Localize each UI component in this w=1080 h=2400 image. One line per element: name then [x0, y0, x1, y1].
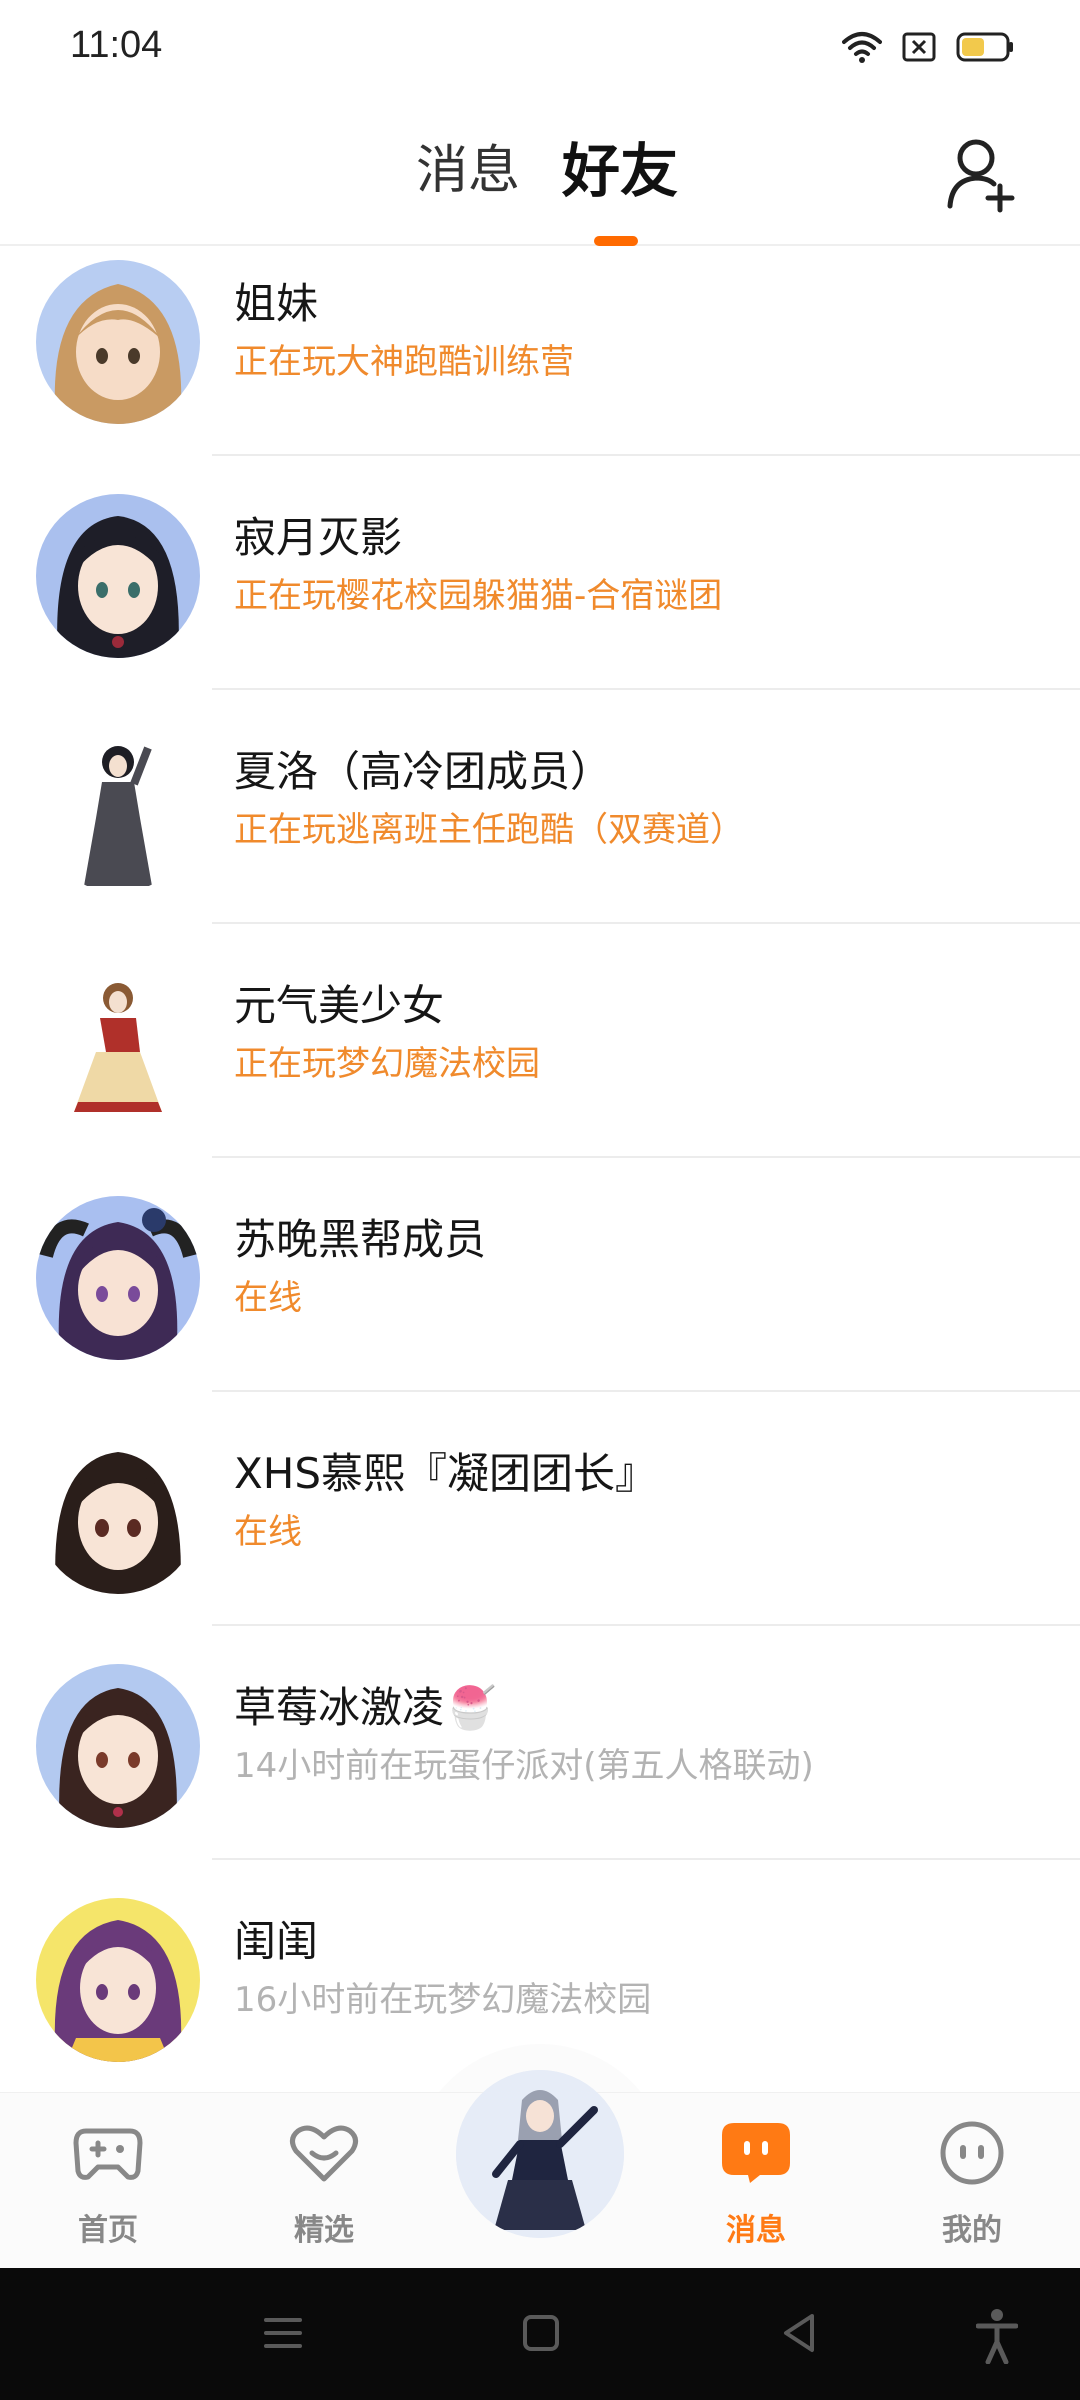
accessibility-icon[interactable] — [976, 2308, 1018, 2364]
nav-label: 消息 — [726, 2213, 786, 2248]
heart-icon — [290, 2125, 358, 2182]
status-icons — [842, 30, 1014, 64]
friend-status: 正在玩梦幻魔法校园 — [234, 1044, 540, 1084]
friend-row[interactable]: XHS慕熙『凝团团长』 在线 — [0, 1416, 1080, 1650]
back-icon[interactable] — [778, 2308, 820, 2358]
divider — [212, 1156, 1080, 1158]
friend-row[interactable]: 姐妹 正在玩大神跑酷训练营 — [0, 246, 1080, 480]
friend-name: 夏洛（高冷团成员） — [234, 747, 613, 796]
active-tab-indicator — [594, 236, 638, 246]
nav-label: 精选 — [294, 2213, 354, 2248]
friend-name: 姐妹 — [234, 279, 319, 328]
tab-friends[interactable]: 好友 — [562, 136, 678, 206]
battery-icon — [956, 32, 1013, 62]
friend-name: XHS慕熙『凝团团长』 — [234, 1449, 658, 1498]
friend-status: 在线 — [234, 1512, 302, 1552]
tab-messages[interactable]: 消息 — [416, 136, 520, 206]
sim-off-icon — [902, 32, 936, 62]
friend-row[interactable]: 元气美少女 正在玩梦幻魔法校园 — [0, 948, 1080, 1182]
friend-status: 正在玩大神跑酷训练营 — [234, 342, 574, 382]
home-icon[interactable] — [520, 2308, 562, 2358]
divider — [212, 454, 1080, 456]
friend-row[interactable]: 夏洛（高冷团成员） 正在玩逃离班主任跑酷（双赛道） — [0, 714, 1080, 948]
friend-status: 在线 — [234, 1278, 302, 1318]
nav-label: 我的 — [942, 2213, 1002, 2248]
character-avatar-icon — [456, 2070, 624, 2238]
top-tab-bar: 消息 好友 — [0, 96, 1080, 246]
gamepad-icon — [73, 2128, 143, 2180]
nav-profile[interactable]: 我的 — [892, 2093, 1052, 2269]
friend-name: 元气美少女 — [234, 981, 445, 1030]
avatar — [36, 1898, 200, 2062]
center-character-button[interactable] — [456, 2070, 624, 2238]
add-user-icon — [947, 139, 1015, 213]
friend-name: 寂月灭影 — [234, 513, 403, 562]
friend-list: 姐妹 正在玩大神跑酷训练营 寂月灭影 正在玩樱花校园躲猫猫-合宿谜团 夏洛（高冷… — [0, 246, 1080, 2092]
nav-home[interactable]: 首页 — [28, 2093, 188, 2269]
chat-bubble-icon — [722, 2123, 790, 2183]
divider — [212, 922, 1080, 924]
add-friend-button[interactable] — [946, 136, 1018, 216]
friend-name: 草莓冰激凌🍧 — [234, 1683, 497, 1732]
nav-label: 首页 — [78, 2213, 138, 2248]
divider — [212, 1858, 1080, 1860]
friend-row[interactable]: 苏晚黑帮成员 在线 — [0, 1182, 1080, 1416]
nav-featured[interactable]: 精选 — [244, 2093, 404, 2269]
divider — [212, 688, 1080, 690]
avatar — [36, 728, 200, 892]
divider — [212, 1624, 1080, 1626]
system-nav-bar — [0, 2268, 1080, 2400]
friend-name: 闺闺 — [234, 1917, 319, 1966]
friend-row[interactable]: 草莓冰激凌🍧 14小时前在玩蛋仔派对(第五人格联动) — [0, 1650, 1080, 1884]
status-bar: 11:04 — [0, 0, 1080, 96]
avatar — [36, 494, 200, 658]
menu-icon[interactable] — [262, 2308, 304, 2358]
friend-row[interactable]: 寂月灭影 正在玩樱花校园躲猫猫-合宿谜团 — [0, 480, 1080, 714]
avatar — [36, 1430, 200, 1594]
wifi-icon — [842, 32, 882, 63]
avatar — [36, 962, 200, 1126]
avatar — [36, 1664, 200, 1828]
status-time: 11:04 — [70, 24, 163, 66]
avatar — [36, 1196, 200, 1360]
friend-name: 苏晚黑帮成员 — [234, 1215, 487, 1264]
friend-status: 16小时前在玩梦幻魔法校园 — [234, 1980, 652, 2020]
divider — [212, 1390, 1080, 1392]
nav-messages[interactable]: 消息 — [676, 2093, 836, 2269]
avatar — [36, 260, 200, 424]
friend-status: 正在玩樱花校园躲猫猫-合宿谜团 — [234, 576, 723, 616]
friend-status: 正在玩逃离班主任跑酷（双赛道） — [234, 810, 744, 850]
friend-status: 14小时前在玩蛋仔派对(第五人格联动) — [234, 1746, 814, 1786]
smiley-face-icon — [940, 2121, 1004, 2185]
